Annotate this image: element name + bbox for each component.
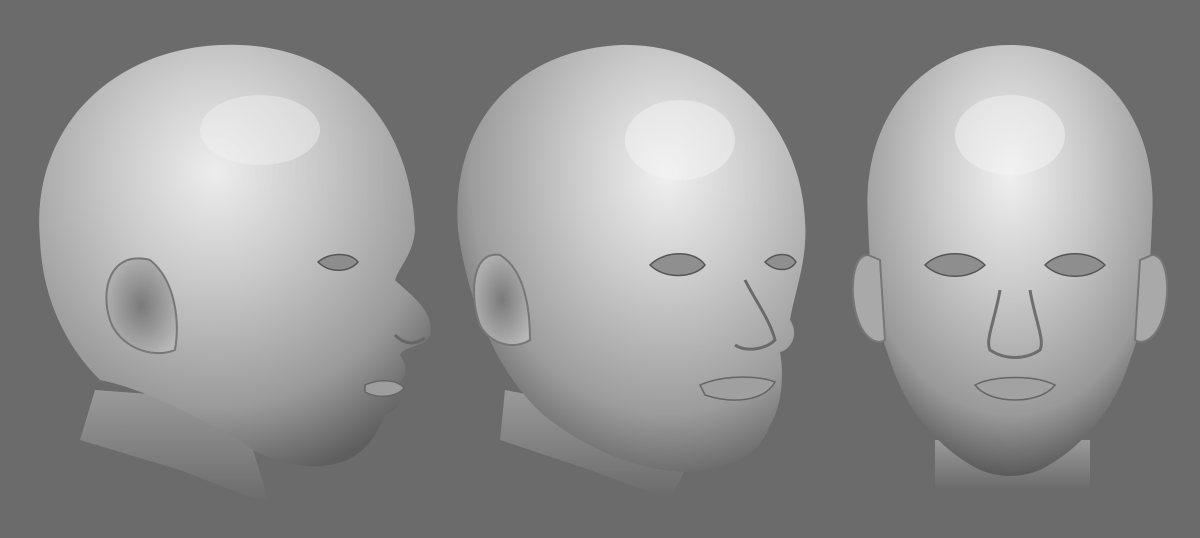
forehead-highlight-side	[200, 95, 320, 165]
ear-right-front	[1133, 253, 1169, 343]
ear-left-front	[851, 253, 887, 343]
head-three-quarter-view	[457, 44, 806, 500]
forehead-highlight-three-quarter	[625, 100, 735, 180]
forehead-highlight-front	[955, 95, 1065, 175]
head-side-view	[39, 44, 431, 505]
head-front-view	[851, 45, 1169, 490]
head-renders	[39, 44, 1169, 505]
sculpt-viewport	[0, 0, 1200, 538]
